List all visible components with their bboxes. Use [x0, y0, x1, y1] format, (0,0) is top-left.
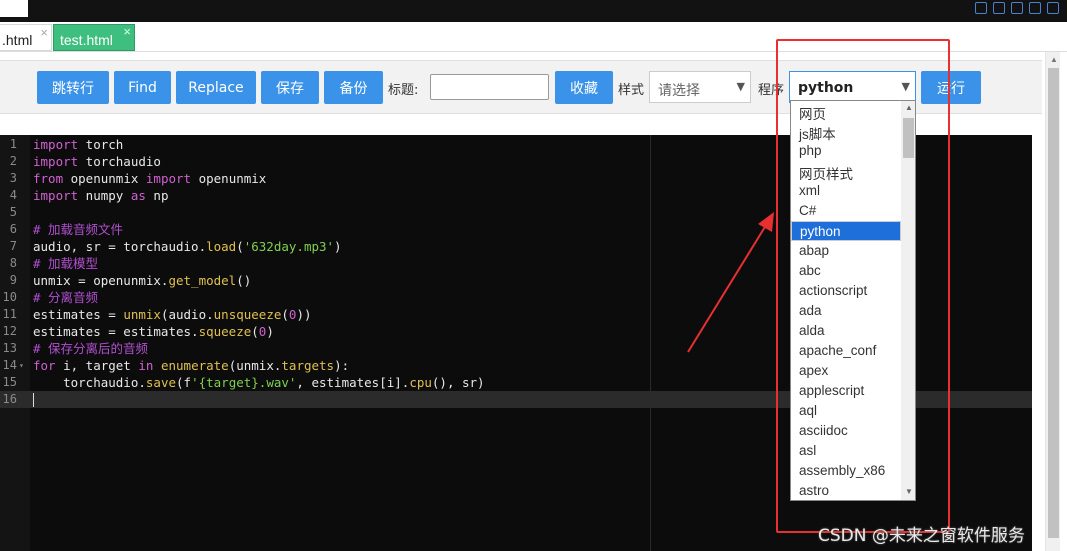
annotation-arrow — [687, 212, 774, 353]
watermark: CSDN @未来之窗软件服务 — [818, 526, 1025, 546]
arrow-head — [758, 212, 774, 232]
arrow-shaft — [687, 221, 769, 353]
